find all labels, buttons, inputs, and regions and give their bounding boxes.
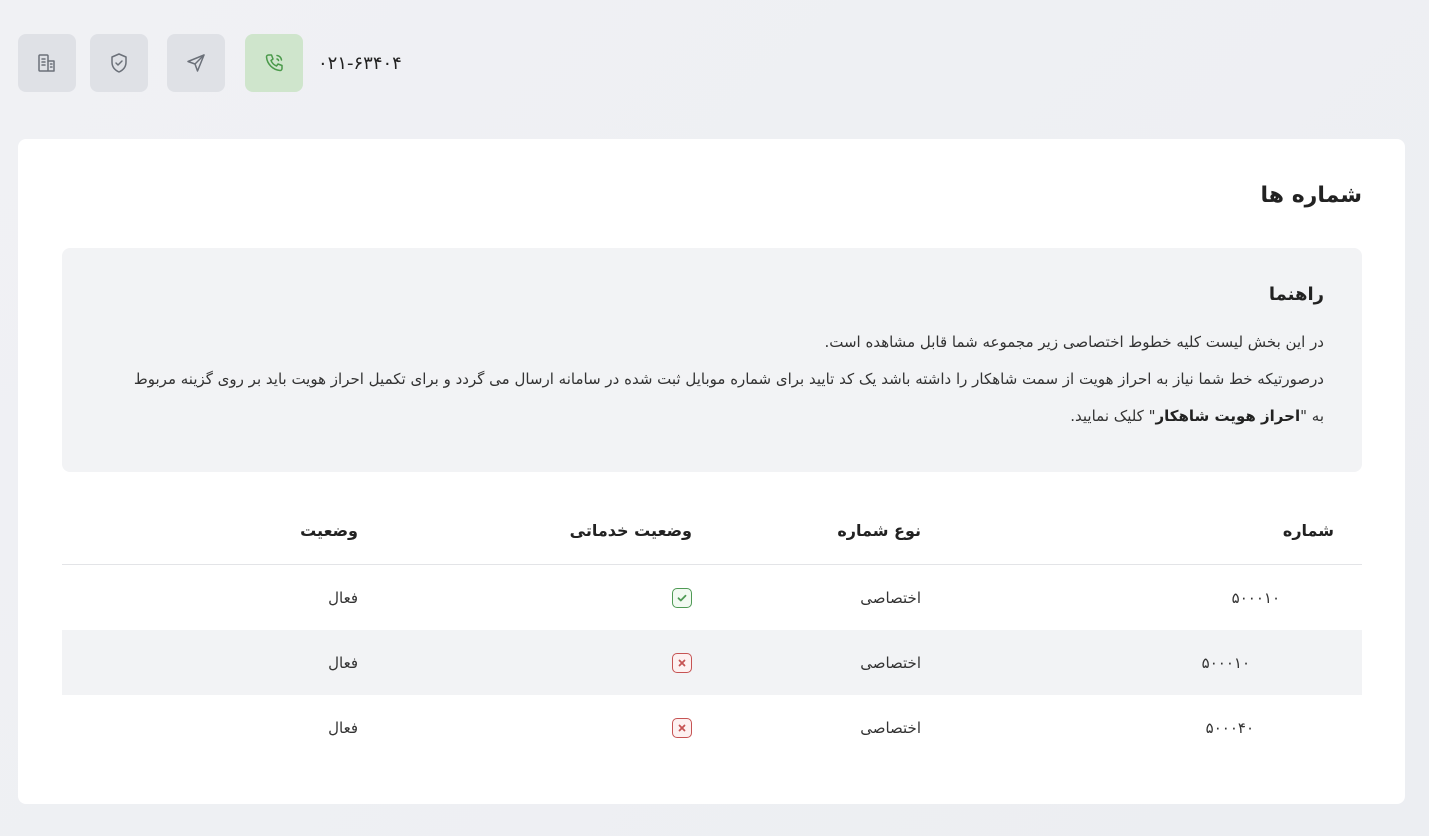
row-service-status <box>672 565 692 630</box>
row-status: فعال <box>328 653 358 672</box>
numbers-table: شماره نوع شماره وضعیت خدماتی وضعیت ۵۰۰۰۱… <box>62 497 1362 760</box>
row-type: اختصاصی <box>860 588 921 607</box>
phone-button[interactable] <box>245 34 303 92</box>
numbers-card: شماره ها راهنما در این بخش لیست کلیه خطو… <box>18 139 1405 804</box>
row-status: فعال <box>328 718 358 737</box>
send-icon <box>187 54 205 72</box>
page-title: شماره ها <box>1260 183 1362 208</box>
phone-number: ۰۲۱-۶۳۴۰۴ <box>318 52 402 74</box>
close-icon <box>672 717 692 738</box>
row-number: ۵۰۰۰۱۰ <box>1201 653 1250 672</box>
column-number: شماره <box>1282 521 1334 540</box>
guide-line-2-part2: " کلیک نمایید. <box>1070 407 1156 425</box>
building-button[interactable] <box>18 34 76 92</box>
shield-button[interactable] <box>90 34 148 92</box>
shield-check-icon <box>111 53 127 73</box>
table-row[interactable]: ۵۰۰۰۴۰ اختصاصی فعال <box>62 695 1362 760</box>
guide-box: راهنما در این بخش لیست کلیه خطوط اختصاصی… <box>62 248 1362 472</box>
row-type: اختصاصی <box>860 718 921 737</box>
phone-call-icon <box>265 54 283 72</box>
row-number: ۵۰۰۰۱۰ <box>1231 588 1280 607</box>
building-icon <box>38 54 55 72</box>
column-service-status: وضعیت خدماتی <box>569 521 692 540</box>
column-status: وضعیت <box>300 521 358 540</box>
table-row[interactable]: ۵۰۰۰۱۰ اختصاصی فعال <box>62 630 1362 695</box>
table-header: شماره نوع شماره وضعیت خدماتی وضعیت <box>62 497 1362 565</box>
close-icon <box>672 652 692 673</box>
column-type: نوع شماره <box>837 521 921 540</box>
row-status: فعال <box>328 588 358 607</box>
top-toolbar: ۰۲۱-۶۳۴۰۴ <box>18 34 402 92</box>
guide-line-2: درصورتیکه خط شما نیاز به احراز هویت از س… <box>132 361 1324 435</box>
table-row[interactable]: ۵۰۰۰۱۰ اختصاصی فعال <box>62 565 1362 630</box>
row-service-status <box>672 630 692 695</box>
guide-text: در این بخش لیست کلیه خطوط اختصاصی زیر مج… <box>132 324 1324 435</box>
guide-line-1: در این بخش لیست کلیه خطوط اختصاصی زیر مج… <box>824 333 1324 351</box>
row-number: ۵۰۰۰۴۰ <box>1205 718 1254 737</box>
row-type: اختصاصی <box>860 653 921 672</box>
guide-title: راهنما <box>1268 284 1324 305</box>
check-icon <box>672 587 692 608</box>
guide-shahkar-link-text: احراز هویت شاهکار <box>1155 407 1301 425</box>
send-button[interactable] <box>167 34 225 92</box>
row-service-status <box>672 695 692 760</box>
